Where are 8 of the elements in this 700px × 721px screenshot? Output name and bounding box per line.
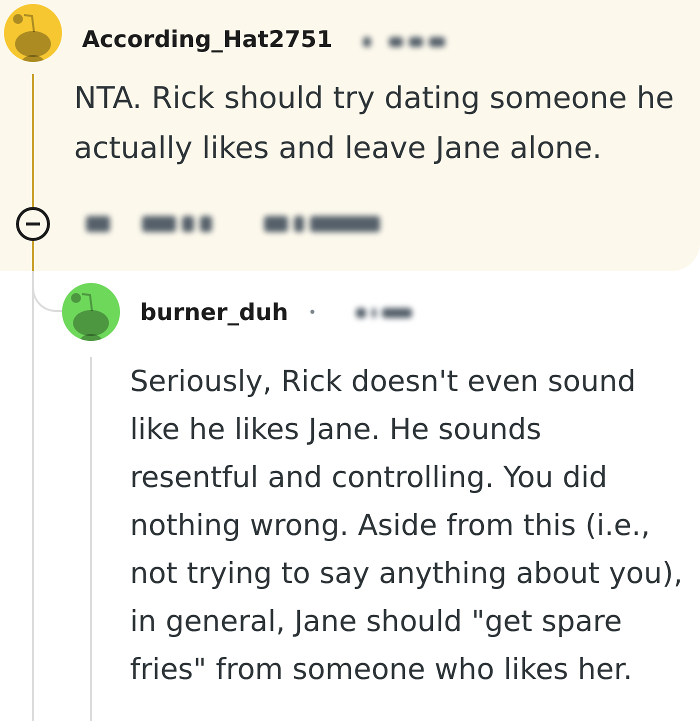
avatar-icon[interactable] — [4, 4, 62, 62]
reply-text: Seriously, Rick doesn't even sound like he likes Jane. He sounds resentful and controlling. You did nothing wrong. Aside from this (i.e., not trying to say anything about you), in general, Jane should "get spare fries" from someone who likes her. — [130, 363, 684, 688]
username[interactable]: According_Hat2751 — [82, 26, 333, 54]
collapse-button[interactable] — [16, 207, 50, 241]
comment-text: NTA. Rick should try dating someone he actually likes and leave Jane alone. — [74, 80, 676, 168]
avatar-icon[interactable] — [62, 283, 120, 341]
separator-dot: • — [308, 304, 316, 323]
username[interactable]: burner_duh — [140, 299, 288, 327]
